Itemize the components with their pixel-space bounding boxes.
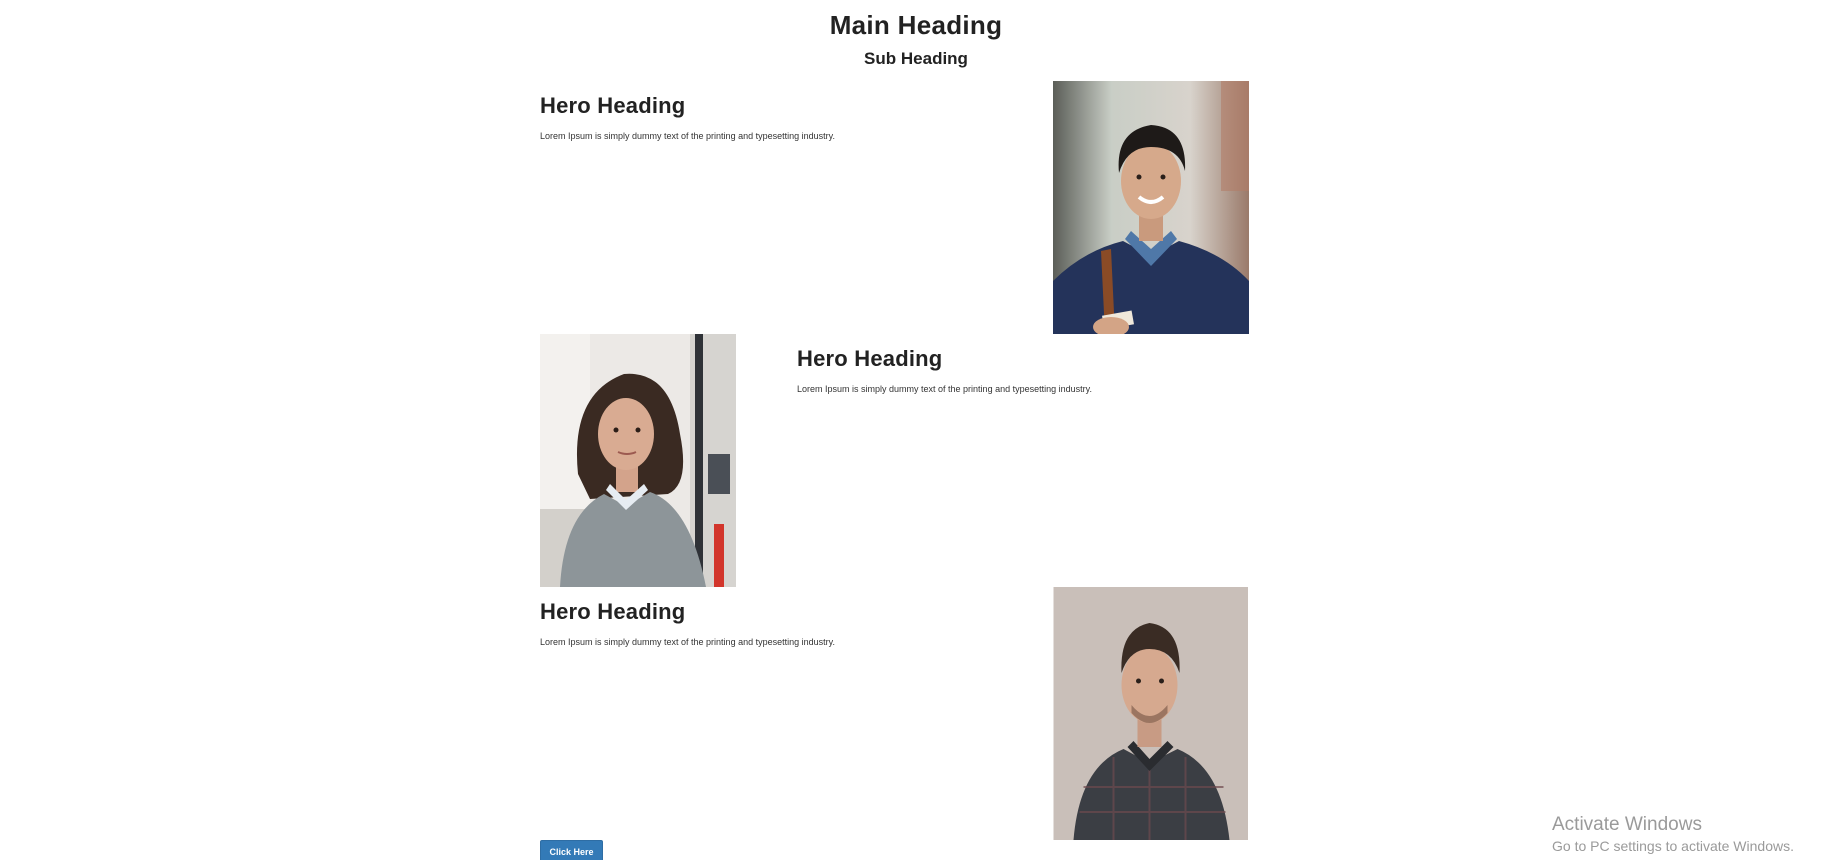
- hero-text: Lorem Ipsum is simply dummy text of the …: [540, 637, 835, 647]
- hero-heading: Hero Heading: [540, 93, 686, 118]
- page: Main Heading Sub Heading Hero Heading Lo…: [0, 0, 1832, 860]
- hero-section-2: Hero Heading Lorem Ipsum is simply dummy…: [540, 334, 1250, 587]
- sub-heading: Sub Heading: [864, 49, 968, 68]
- man-portrait-photo: [1053, 587, 1248, 840]
- hero-section-3: Hero Heading Lorem Ipsum is simply dummy…: [540, 587, 1250, 840]
- hero-heading: Hero Heading: [797, 346, 943, 371]
- hero-text: Lorem Ipsum is simply dummy text of the …: [797, 384, 1092, 394]
- main-heading: Main Heading: [829, 10, 1003, 40]
- hero-section-1: Hero Heading Lorem Ipsum is simply dummy…: [540, 81, 1250, 334]
- watermark-subtitle: Go to PC settings to activate Windows.: [1552, 838, 1794, 854]
- watermark-title: Activate Windows: [1552, 814, 1702, 835]
- hero-list: Hero Heading Lorem Ipsum is simply dummy…: [540, 81, 1250, 840]
- woman-portrait-photo: [540, 334, 736, 587]
- click-here-button[interactable]: Click Here: [540, 840, 603, 860]
- man-smiling-photo: [1053, 81, 1249, 334]
- activate-windows-watermark: Activate Windows Go to PC settings to ac…: [1552, 814, 1794, 854]
- hero-text: Lorem Ipsum is simply dummy text of the …: [540, 131, 835, 141]
- hero-heading: Hero Heading: [540, 599, 686, 624]
